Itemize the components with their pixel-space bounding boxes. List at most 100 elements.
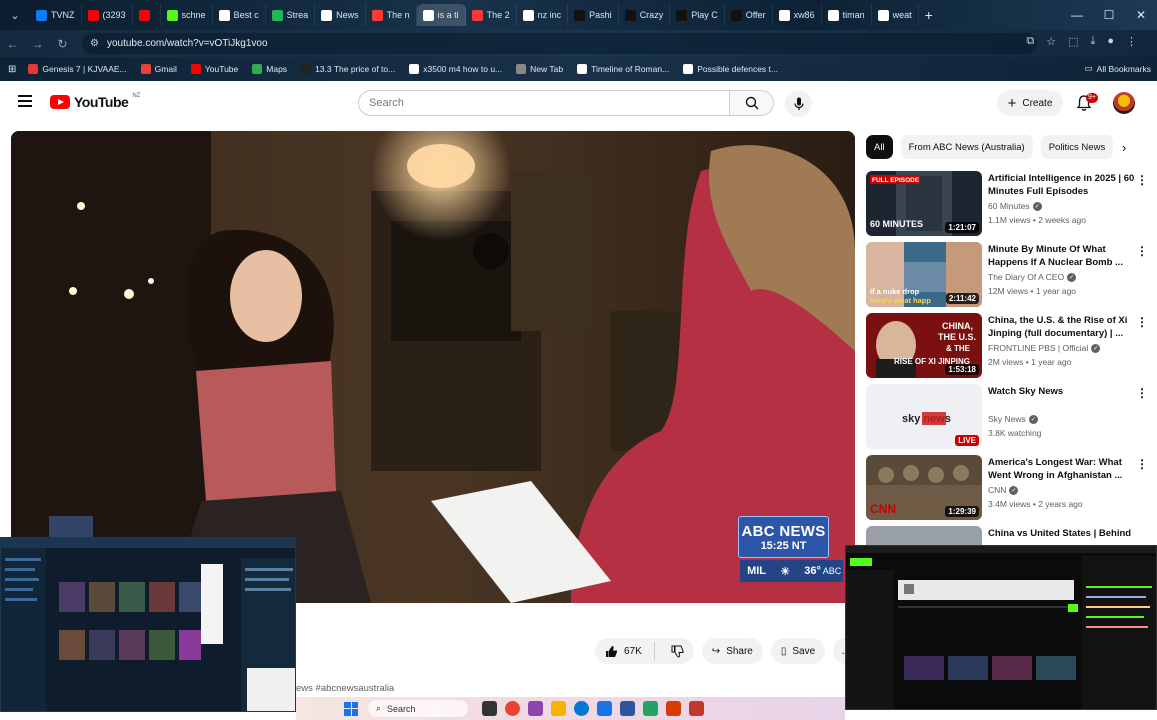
task-view-icon[interactable] bbox=[482, 701, 497, 716]
video-player[interactable]: ABC NEWS 15:25 NT MIL ☀ 36° ABC bbox=[11, 131, 855, 603]
taskbar-search[interactable]: ⌕ Search bbox=[368, 700, 468, 717]
channel-name[interactable]: 60 Minutes ✓ bbox=[988, 201, 1042, 211]
bookmark-item[interactable]: Gmail bbox=[140, 64, 177, 74]
profile-icon[interactable]: ● bbox=[1107, 35, 1114, 48]
dislike-button[interactable] bbox=[661, 645, 694, 658]
description-hashtag[interactable]: ews #abcnewsaustralia bbox=[296, 683, 394, 694]
apps-grid-icon[interactable]: ⊞ bbox=[8, 64, 16, 75]
more-options-icon[interactable]: ⋮ bbox=[1136, 386, 1148, 400]
browser-tab[interactable]: timan bbox=[822, 4, 872, 26]
browser-tab[interactable]: xw86 bbox=[773, 4, 822, 26]
bookmark-star-icon[interactable]: ☆ bbox=[1046, 35, 1056, 48]
browser-tab[interactable]: nz inc bbox=[517, 4, 569, 26]
bookmark-item[interactable]: YouTube bbox=[190, 64, 238, 74]
bookmark-item[interactable]: Timeline of Roman... bbox=[577, 64, 669, 74]
more-options-icon[interactable]: ⋮ bbox=[1136, 457, 1148, 471]
more-options-icon[interactable]: ⋮ bbox=[1136, 315, 1148, 329]
bookmark-item[interactable]: Genesis 7 | KJVAAE... bbox=[28, 64, 127, 74]
app-icon[interactable] bbox=[528, 701, 543, 716]
reload-button[interactable]: ↻ bbox=[50, 37, 75, 51]
site-info-icon[interactable]: ⚙ bbox=[90, 38, 99, 49]
video-title[interactable]: Watch Sky News bbox=[988, 385, 1138, 398]
browser-tab[interactable]: schne bbox=[161, 4, 213, 26]
downloads-icon[interactable]: ⤓ bbox=[1090, 35, 1095, 48]
browser-tab[interactable] bbox=[133, 4, 161, 26]
guide-menu-icon[interactable] bbox=[18, 95, 32, 107]
like-button[interactable]: 67K bbox=[605, 645, 642, 658]
chevron-right-icon[interactable]: › bbox=[1122, 140, 1126, 155]
app-icon-3[interactable] bbox=[689, 701, 704, 716]
recommendation-item[interactable]: sky newsLIVE Watch Sky News Sky News✓ 3.8K … bbox=[866, 384, 1156, 450]
browser-tab[interactable]: is a ti bbox=[416, 4, 466, 26]
browser-tab[interactable]: Offer bbox=[725, 4, 773, 26]
browser-tab[interactable]: Play C bbox=[670, 4, 725, 26]
bookmark-item[interactable]: Possible defences t... bbox=[683, 64, 778, 74]
browser-menu-icon[interactable]: ⋮ bbox=[1126, 35, 1137, 48]
browser-tab[interactable]: The n bbox=[366, 4, 417, 26]
recommendation-item[interactable]: CHINA, THE U.S. & THE RISE OF XI JINPING 1:5… bbox=[866, 313, 1156, 379]
more-options-icon[interactable]: ⋮ bbox=[1136, 244, 1148, 258]
video-title[interactable]: China vs United States | Behind bbox=[988, 527, 1138, 540]
channel-name[interactable]: FRONTLINE PBS | Official ✓ bbox=[988, 343, 1101, 353]
file-explorer-icon[interactable] bbox=[551, 701, 566, 716]
edge-icon[interactable] bbox=[574, 701, 589, 716]
browser-tab[interactable]: Pashi bbox=[568, 4, 619, 26]
video-title[interactable]: America's Longest War: What Went Wrong i… bbox=[988, 456, 1138, 482]
share-button[interactable]: ↪ Share bbox=[701, 638, 763, 664]
back-button[interactable]: ← bbox=[0, 37, 25, 51]
channel-name[interactable]: The Diary Of A CEO ✓ bbox=[988, 272, 1077, 282]
account-avatar[interactable] bbox=[1113, 92, 1135, 114]
create-button[interactable]: + Create bbox=[997, 90, 1063, 116]
app-icon-2[interactable] bbox=[666, 701, 681, 716]
more-options-icon[interactable]: ⋮ bbox=[1136, 173, 1148, 187]
voice-search-button[interactable] bbox=[785, 90, 812, 117]
video-title[interactable]: Minute By Minute Of What Happens If A Nu… bbox=[988, 243, 1138, 269]
windows-start-icon[interactable] bbox=[344, 701, 358, 716]
video-thumbnail[interactable]: if a nuke drop here's what happ 2:11:42 bbox=[866, 242, 982, 307]
maximize-button[interactable]: ☐ bbox=[1093, 8, 1125, 22]
bookmark-item[interactable]: New Tab bbox=[516, 64, 563, 74]
browser-tab[interactable]: News bbox=[315, 4, 366, 26]
browser-tab[interactable]: Strea bbox=[266, 4, 316, 26]
channel-name[interactable]: CNN ✓ bbox=[988, 485, 1019, 495]
browser-tab[interactable]: The 2 bbox=[466, 4, 517, 26]
new-tab-button[interactable]: + bbox=[925, 7, 933, 23]
browser-tab[interactable]: Crazy bbox=[619, 4, 671, 26]
video-thumbnail[interactable]: FULL EPISODE 60 MINUTES 1:21:07 bbox=[866, 171, 982, 236]
browser-tab[interactable]: weat bbox=[872, 4, 919, 26]
channel-name[interactable]: Sky News ✓ bbox=[988, 414, 1038, 424]
video-title[interactable]: Artificial Intelligence in 2025 | 60 Min… bbox=[988, 172, 1138, 198]
video-thumbnail[interactable]: CNN 1:29:39 bbox=[866, 455, 982, 520]
extensions-icon[interactable]: ⬚ bbox=[1068, 35, 1078, 48]
browser-tab[interactable]: Best c bbox=[213, 4, 266, 26]
search-button[interactable] bbox=[730, 90, 774, 116]
filter-chip[interactable]: From ABC News (Australia) bbox=[900, 135, 1033, 159]
bookmark-item[interactable]: Maps bbox=[252, 64, 287, 74]
video-thumbnail[interactable]: CHINA, THE U.S. & THE RISE OF XI JINPING 1:5… bbox=[866, 313, 982, 378]
picture-in-picture-window-right[interactable] bbox=[845, 545, 1157, 710]
bookmark-item[interactable]: 13.3 The price of to... bbox=[301, 64, 395, 74]
youtube-logo[interactable]: YouTube NZ bbox=[50, 93, 140, 110]
mail-icon[interactable] bbox=[597, 701, 612, 716]
close-window-button[interactable]: ✕ bbox=[1125, 8, 1157, 22]
bookmark-item[interactable]: x3500 m4 how to u... bbox=[409, 64, 502, 74]
video-thumbnail[interactable]: sky newsLIVE bbox=[866, 384, 982, 449]
chrome-icon[interactable] bbox=[505, 701, 520, 716]
address-bar[interactable]: ⚙ youtube.com/watch?v=vOTiJkg1voo bbox=[82, 33, 1037, 54]
tab-search-button[interactable]: ⌄ bbox=[0, 0, 30, 30]
search-input[interactable] bbox=[369, 97, 709, 109]
recommendation-item[interactable]: if a nuke drop here's what happ 2:11:42 Min… bbox=[866, 242, 1156, 308]
video-title[interactable]: China, the U.S. & the Rise of Xi Jinping… bbox=[988, 314, 1138, 340]
browser-tab[interactable]: TVNZ bbox=[30, 4, 82, 26]
install-app-icon[interactable]: ⧉ bbox=[1026, 35, 1034, 48]
recommendation-item[interactable]: CNN 1:29:39 America's Longest War: What We… bbox=[866, 455, 1156, 521]
save-button[interactable]: ▯ Save bbox=[770, 638, 826, 664]
excel-icon[interactable] bbox=[643, 701, 658, 716]
forward-button[interactable]: → bbox=[25, 37, 50, 51]
filter-chip[interactable]: All bbox=[866, 135, 893, 159]
minimize-button[interactable]: — bbox=[1061, 8, 1093, 22]
word-icon[interactable] bbox=[620, 701, 635, 716]
browser-tab[interactable]: (3293 bbox=[82, 4, 133, 26]
picture-in-picture-window-left[interactable] bbox=[0, 537, 296, 712]
recommendation-item[interactable]: FULL EPISODE 60 MINUTES 1:21:07 Artificial … bbox=[866, 171, 1156, 237]
